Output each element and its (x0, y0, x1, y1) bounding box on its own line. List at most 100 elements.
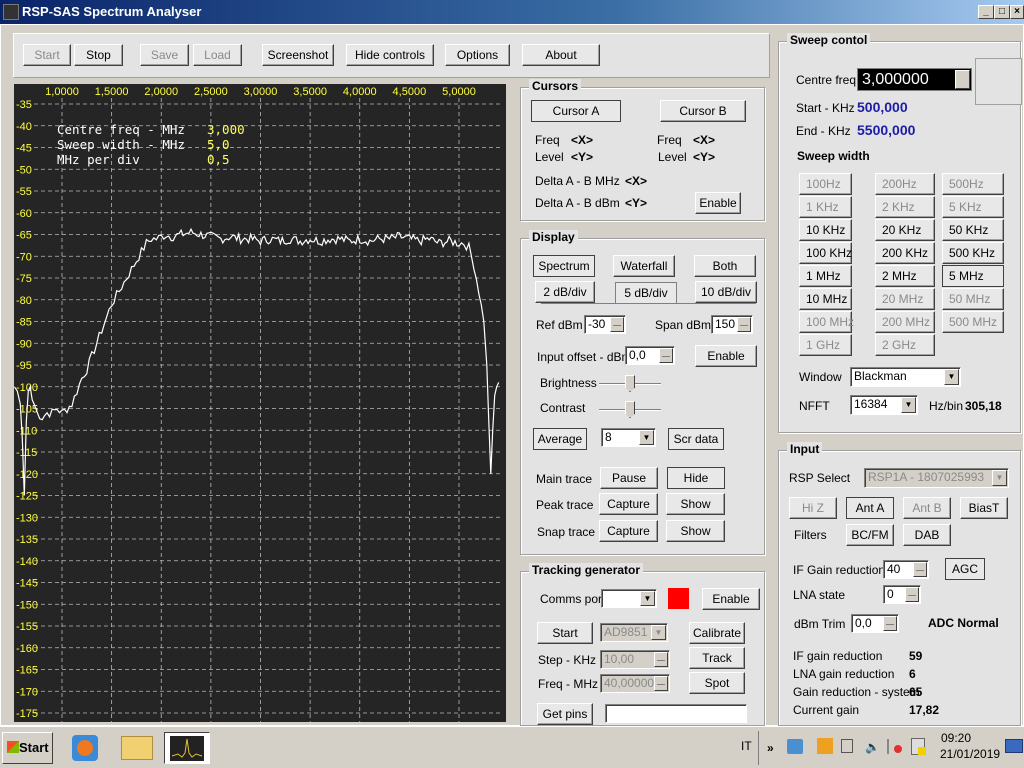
sweep-width-button[interactable]: 2 KHz (875, 196, 935, 218)
peak-show-button[interactable]: Show (666, 493, 725, 515)
tracking-start-button[interactable]: Start (537, 622, 593, 644)
sweep-width-button[interactable]: 20 MHz (875, 288, 935, 310)
2db-div-button[interactable]: 2 dB/div (535, 281, 595, 303)
spectrum-button[interactable]: Spectrum (533, 255, 595, 277)
spectrum-app-task[interactable] (164, 732, 210, 764)
spinner-arrows[interactable] (610, 317, 624, 332)
average-select[interactable]: 8 ▼ (601, 428, 656, 447)
dropdown-arrow-icon[interactable]: ▼ (944, 369, 959, 385)
pause-button[interactable]: Pause (600, 467, 658, 489)
snap-show-button[interactable]: Show (666, 520, 725, 542)
both-button[interactable]: Both (694, 255, 756, 277)
sweep-width-button[interactable]: 2 MHz (875, 265, 935, 287)
spinner-arrows[interactable] (737, 317, 751, 332)
language-indicator[interactable]: IT (741, 739, 752, 753)
spot-button[interactable]: Spot (689, 672, 745, 694)
waterfall-button[interactable]: Waterfall (613, 255, 675, 277)
action-center-icon[interactable] (887, 739, 902, 754)
ref-dbm-spinner[interactable]: -30 (584, 315, 626, 334)
hiz-button[interactable]: Hi Z (789, 497, 837, 519)
network-warning-icon[interactable] (911, 738, 926, 755)
dropdown-arrow-icon[interactable]: ▼ (992, 470, 1007, 486)
window-select[interactable]: Blackman ▼ (850, 367, 961, 387)
file-explorer-icon[interactable] (121, 736, 153, 760)
sweep-width-button[interactable]: 200Hz (875, 173, 935, 195)
power-plug-icon[interactable] (841, 739, 853, 753)
chip-select[interactable]: AD9851 ▼ (600, 623, 668, 642)
sweep-width-button[interactable]: 500 KHz (942, 242, 1004, 264)
sweep-width-button[interactable]: 500 MHz (942, 311, 1004, 333)
get-pins-button[interactable]: Get pins (537, 703, 593, 725)
spinner-arrows[interactable] (654, 676, 668, 691)
sweep-width-button[interactable]: 10 KHz (799, 219, 852, 241)
cursor-enable-button[interactable]: Enable (695, 192, 741, 214)
sweep-width-button[interactable]: 100 KHz (799, 242, 852, 264)
spectrum-plot[interactable]: 1,0000 1,5000 2,0000 2,5000 3,0000 3,5000 4,00… (14, 84, 506, 722)
span-dbm-spinner[interactable]: 150 (711, 315, 753, 334)
brightness-slider[interactable] (599, 374, 661, 394)
close-button[interactable]: × (1010, 5, 1024, 19)
offset-enable-button[interactable]: Enable (695, 345, 757, 367)
about-button[interactable]: About (522, 44, 600, 66)
input-offset-spinner[interactable]: 0,0 (625, 346, 675, 365)
load-button[interactable]: Load (193, 44, 242, 66)
spinner-arrows[interactable] (659, 348, 673, 363)
peak-capture-button[interactable]: Capture (599, 493, 658, 515)
dbm-trim-spinner[interactable]: 0,0 (851, 614, 899, 633)
10db-div-button[interactable]: 10 dB/div (695, 281, 757, 303)
sweep-width-button[interactable]: 200 MHz (875, 311, 935, 333)
sweep-width-button[interactable]: 50 KHz (942, 219, 1004, 241)
spinner-arrows[interactable] (883, 616, 897, 631)
if-gain-spinner[interactable]: 40 (883, 560, 929, 579)
dropdown-arrow-icon[interactable]: ▼ (651, 625, 666, 640)
freq-mhz-spinner[interactable]: 40,000000 (600, 674, 670, 693)
rsp-select[interactable]: RSP1A - 1807025993 ▼ (864, 468, 1009, 488)
update-icon[interactable] (817, 738, 833, 754)
step-khz-spinner[interactable]: 10,00 (600, 650, 670, 669)
save-button[interactable]: Save (140, 44, 189, 66)
bcfm-button[interactable]: BC/FM (846, 524, 894, 546)
dab-button[interactable]: DAB (903, 524, 951, 546)
centre-freq-input[interactable]: 3,000000 (857, 68, 972, 91)
start-menu-button[interactable]: Start (2, 732, 53, 764)
volume-icon[interactable]: 🔈 (865, 740, 880, 754)
sweep-width-button[interactable]: 100Hz (799, 173, 852, 195)
sweep-width-button[interactable]: 500Hz (942, 173, 1004, 195)
tray-expand-icon[interactable]: » (767, 741, 774, 755)
sweep-width-button[interactable]: 2 GHz (875, 334, 935, 356)
spinner-arrows[interactable] (913, 562, 927, 577)
agc-button[interactable]: AGC (945, 558, 985, 580)
cursor-b-button[interactable]: Cursor B (660, 100, 746, 122)
biast-button[interactable]: BiasT (960, 497, 1008, 519)
sweep-width-button[interactable]: 50 MHz (942, 288, 1004, 310)
average-button[interactable]: Average (533, 428, 587, 450)
sweep-width-button[interactable]: 1 KHz (799, 196, 852, 218)
dropdown-arrow-icon[interactable]: ▼ (640, 591, 655, 606)
sweep-width-button[interactable]: 100 MHz (799, 311, 854, 333)
snap-capture-button[interactable]: Capture (599, 520, 658, 542)
media-player-icon[interactable] (72, 735, 98, 761)
show-desktop-icon[interactable] (1005, 739, 1023, 753)
5db-div-button[interactable]: 5 dB/div (615, 282, 677, 304)
options-button[interactable]: Options (445, 44, 510, 66)
sweep-width-button[interactable]: 200 KHz (875, 242, 935, 264)
nfft-select[interactable]: 16384 ▼ (850, 395, 918, 415)
minimize-button[interactable]: _ (978, 5, 994, 19)
track-button[interactable]: Track (689, 647, 745, 669)
dropdown-arrow-icon[interactable]: ▼ (639, 430, 654, 445)
screenshot-button[interactable]: Screenshot (262, 44, 334, 66)
calibrate-button[interactable]: Calibrate (689, 622, 745, 644)
spinner-arrows[interactable] (654, 652, 668, 667)
sweep-width-button[interactable]: 5 MHz (942, 265, 1004, 287)
maximize-button[interactable]: □ (994, 5, 1010, 19)
sweep-width-button[interactable]: 10 MHz (799, 288, 852, 310)
centre-freq-spin-arrows[interactable] (955, 70, 970, 89)
brightness-thumb[interactable] (625, 375, 635, 392)
network-drive-icon[interactable] (787, 739, 803, 754)
comms-port-select[interactable]: ▼ (601, 589, 657, 608)
spinner-arrows[interactable] (905, 587, 919, 602)
clock-time[interactable]: 09:20 (941, 731, 971, 745)
sweep-width-button[interactable]: 1 GHz (799, 334, 852, 356)
scr-data-button[interactable]: Scr data (668, 428, 724, 450)
pins-field[interactable] (605, 704, 747, 723)
